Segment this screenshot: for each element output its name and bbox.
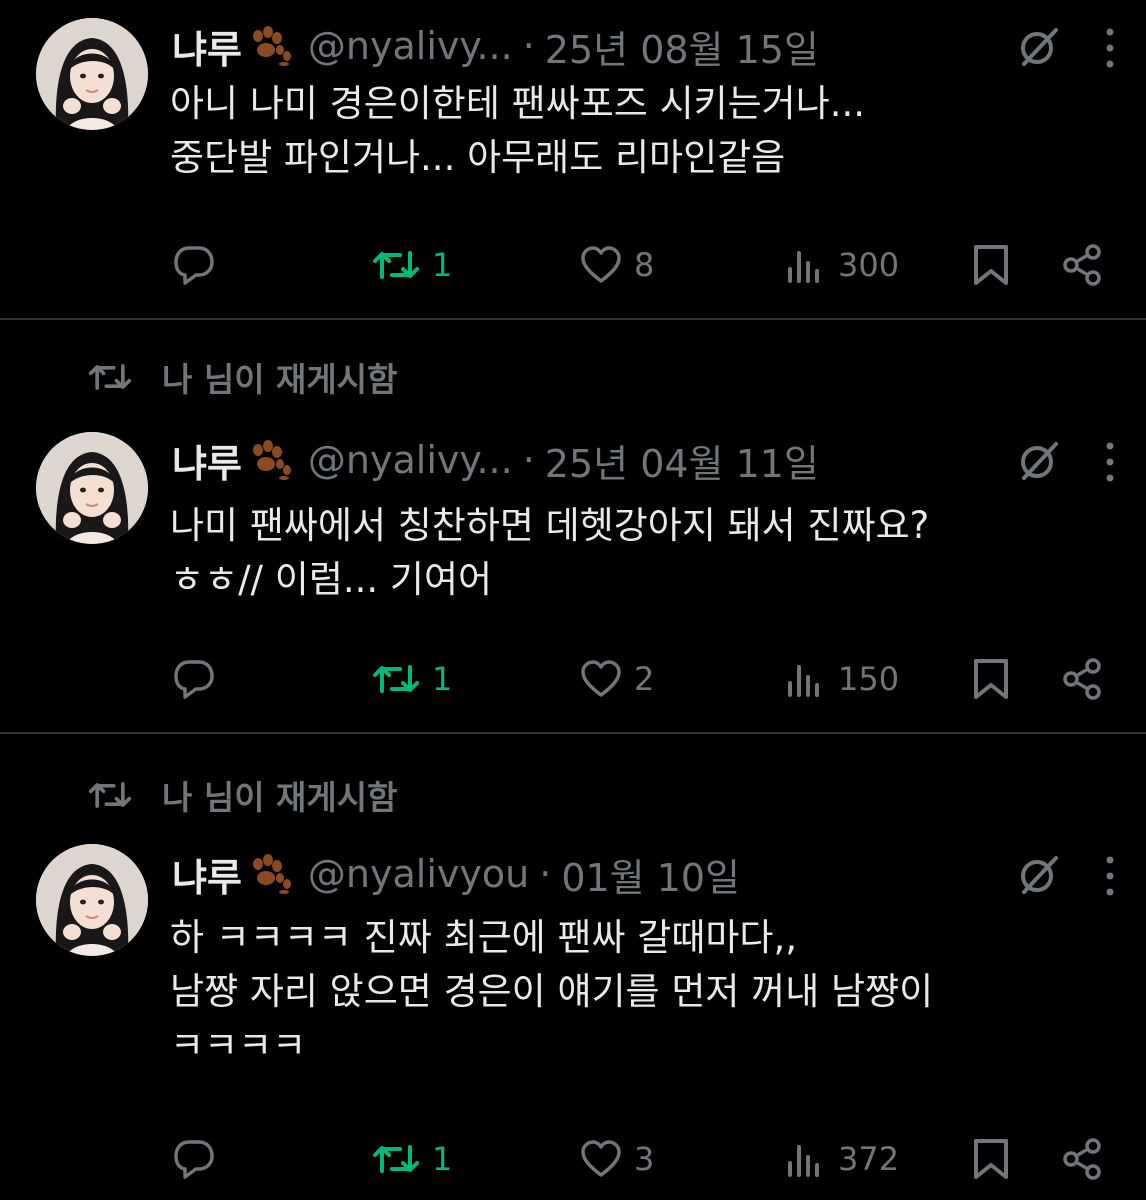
reply-icon [174, 246, 214, 285]
views-button[interactable]: 150 [786, 654, 899, 704]
like-count: 3 [634, 1140, 655, 1178]
repost-count: 1 [432, 660, 453, 698]
reply-button[interactable] [172, 240, 216, 290]
more-icon[interactable] [1104, 440, 1116, 484]
like-icon [581, 1140, 621, 1177]
display-name[interactable]: 냐루 [172, 19, 242, 74]
views-button[interactable]: 372 [786, 1134, 899, 1184]
view-count: 300 [838, 246, 900, 284]
share-button[interactable] [1060, 1134, 1104, 1184]
avatar-image [36, 432, 148, 544]
timestamp[interactable]: 01월 10일 [561, 847, 740, 902]
tweet-text-line: 나미 팬싸에서 칭찬하면 데헷강아지 돼서 진짜요? [170, 504, 930, 547]
display-name[interactable]: 냐루 [172, 847, 242, 902]
timestamp[interactable]: 25년 08월 15일 [545, 19, 819, 74]
views-button[interactable]: 300 [786, 240, 899, 290]
share-icon [1063, 1138, 1101, 1180]
bookmark-icon [974, 659, 1008, 699]
tweet-text: 하 ㅋㅋㅋㅋ 진짜 최근에 팬싸 갈때마다,, 남쨩 자리 앉으면 경은이 얘기… [170, 912, 1126, 1074]
like-button[interactable]: 2 [580, 654, 654, 704]
like-icon [581, 660, 621, 697]
reply-icon [174, 1140, 214, 1179]
reply-button[interactable] [172, 654, 216, 704]
view-count: 150 [838, 660, 900, 698]
repost-button[interactable]: 1 [372, 1134, 452, 1184]
share-button[interactable] [1060, 240, 1104, 290]
avatar-image [36, 18, 148, 130]
dot-separator: · [539, 852, 552, 896]
repost-context[interactable]: 나 님이 재게시함 [88, 770, 398, 820]
share-icon [1063, 244, 1101, 286]
bookmark-button[interactable] [972, 654, 1010, 704]
repost-icon [88, 364, 132, 390]
view-count: 372 [838, 1140, 900, 1178]
like-icon [581, 246, 621, 283]
repost-button[interactable]: 1 [372, 240, 452, 290]
grok-icon[interactable] [1016, 24, 1062, 70]
share-button[interactable] [1060, 654, 1104, 704]
repost-count: 1 [432, 1140, 453, 1178]
tweet-text: 아니 나미 경은이한테 팬싸포즈 시키는거나... 중단발 파인거나... 아무… [170, 78, 1126, 186]
bookmark-icon [974, 245, 1008, 285]
action-bar: 1 8 300 [0, 240, 1146, 290]
divider [0, 318, 1146, 320]
avatar[interactable] [36, 18, 148, 130]
bookmark-button[interactable] [972, 240, 1010, 290]
handle[interactable]: @nyalivy... [308, 24, 513, 68]
tweet-text: 나미 팬싸에서 칭찬하면 데헷강아지 돼서 진짜요? ㅎㅎ// 이럼... 기여… [170, 500, 1126, 608]
paw-emoji [252, 854, 291, 894]
paw-emoji [252, 26, 291, 66]
avatar[interactable] [36, 432, 148, 544]
more-icon[interactable] [1104, 26, 1116, 70]
action-bar: 1 2 150 [0, 654, 1146, 704]
like-count: 2 [634, 660, 655, 698]
like-count: 8 [634, 246, 655, 284]
dot-separator: · [522, 24, 535, 68]
repost-count: 1 [432, 246, 453, 284]
avatar[interactable] [36, 844, 148, 956]
views-icon [788, 665, 819, 697]
reply-button[interactable] [172, 1134, 216, 1184]
action-bar: 1 3 372 [0, 1134, 1146, 1184]
tweet-text-line: 하 ㅋㅋㅋㅋ 진짜 최근에 팬싸 갈때마다,, [170, 916, 797, 959]
tweet-text-line: 아니 나미 경은이한테 팬싸포즈 시키는거나... [170, 82, 866, 125]
like-button[interactable]: 8 [580, 240, 654, 290]
bookmark-button[interactable] [972, 1134, 1010, 1184]
repost-icon [373, 665, 419, 693]
timestamp[interactable]: 25년 04월 11일 [545, 433, 819, 488]
tweet-text-line: 남쨩 자리 앉으면 경은이 얘기를 먼저 꺼내 남쨩이 [170, 970, 934, 1013]
divider [0, 732, 1146, 734]
tweet-text-line: ㅋㅋㅋㅋ [170, 1024, 307, 1067]
repost-icon [88, 782, 132, 808]
more-icon[interactable] [1104, 854, 1116, 898]
reply-icon [174, 660, 214, 699]
grok-icon[interactable] [1016, 852, 1062, 898]
share-icon [1063, 658, 1101, 700]
display-name[interactable]: 냐루 [172, 433, 242, 488]
handle[interactable]: @nyalivy... [308, 438, 513, 482]
views-icon [788, 1145, 819, 1177]
repost-context-label: 나 님이 재게시함 [162, 778, 398, 817]
repost-context-label: 나 님이 재게시함 [162, 360, 398, 399]
repost-context[interactable]: 나 님이 재게시함 [88, 352, 398, 402]
handle[interactable]: @nyalivyou [308, 852, 529, 896]
like-button[interactable]: 3 [580, 1134, 654, 1184]
tweet-text-line: ㅎㅎ// 이럼... 기여어 [170, 558, 493, 601]
tweet-text-line: 중단발 파인거나... 아무래도 리마인같음 [170, 136, 786, 179]
repost-icon [373, 1145, 419, 1173]
views-icon [788, 251, 819, 283]
bookmark-icon [974, 1139, 1008, 1179]
paw-emoji [252, 440, 291, 480]
grok-icon[interactable] [1016, 438, 1062, 484]
repost-button[interactable]: 1 [372, 654, 452, 704]
repost-icon [373, 251, 419, 279]
avatar-image [36, 844, 148, 956]
dot-separator: · [522, 438, 535, 482]
